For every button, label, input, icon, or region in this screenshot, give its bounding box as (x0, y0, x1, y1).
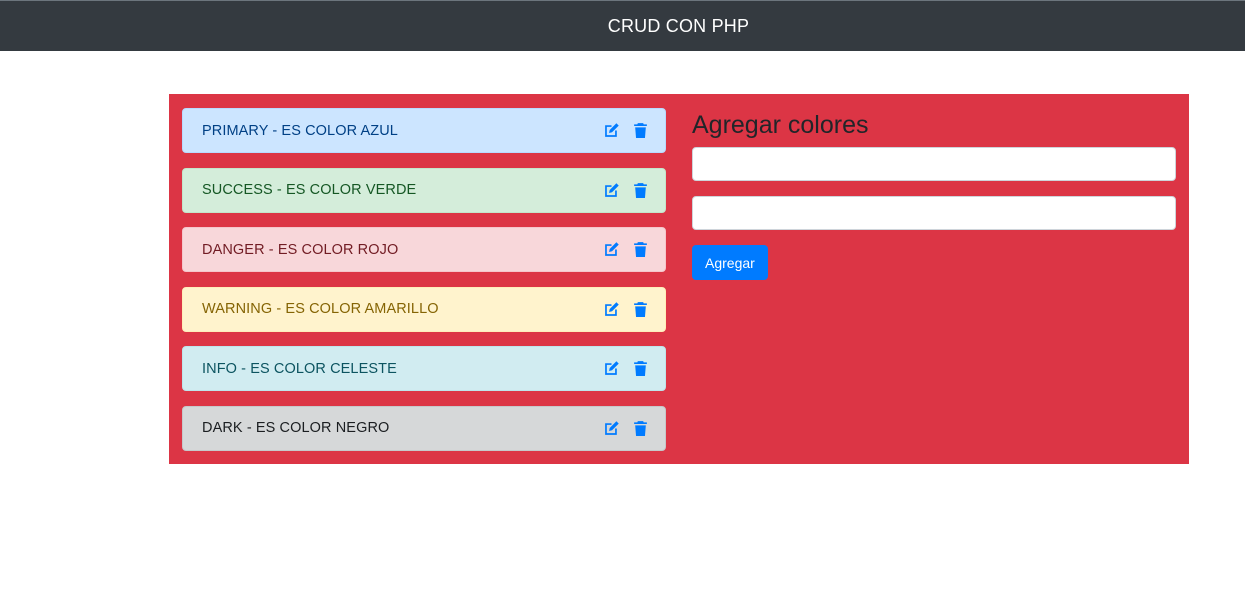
item-actions (603, 420, 649, 437)
edit-icon[interactable] (603, 420, 620, 437)
description-input[interactable] (692, 196, 1176, 230)
item-actions (603, 241, 649, 258)
edit-icon[interactable] (603, 122, 620, 139)
edit-icon[interactable] (603, 360, 620, 377)
trash-icon[interactable] (632, 360, 649, 377)
trash-icon[interactable] (632, 420, 649, 437)
trash-icon[interactable] (632, 301, 649, 318)
edit-icon[interactable] (603, 301, 620, 318)
navbar: CRUD CON PHP (0, 0, 1245, 51)
list-item: SUCCESS - ES COLOR VERDE (182, 167, 666, 213)
color-input[interactable] (692, 147, 1176, 181)
main-panel: PRIMARY - ES COLOR AZUL SUCCESS - ES COLO… (169, 94, 1189, 464)
list-item: DARK - ES COLOR NEGRO (182, 405, 666, 451)
item-actions (603, 122, 649, 139)
trash-icon[interactable] (632, 122, 649, 139)
list-item-label: WARNING - ES COLOR AMARILLO (202, 301, 439, 317)
trash-icon[interactable] (632, 182, 649, 199)
item-actions (603, 182, 649, 199)
add-button[interactable]: Agregar (692, 245, 768, 280)
navbar-title[interactable]: CRUD CON PHP (608, 16, 749, 37)
edit-icon[interactable] (603, 182, 620, 199)
edit-icon[interactable] (603, 241, 620, 258)
list-item-label: PRIMARY - ES COLOR AZUL (202, 122, 398, 139)
list-item-label: DARK - ES COLOR NEGRO (202, 420, 390, 436)
form-title: Agregar colores (692, 111, 869, 139)
color-list: PRIMARY - ES COLOR AZUL SUCCESS - ES COLO… (182, 108, 666, 465)
trash-icon[interactable] (632, 241, 649, 258)
list-item: PRIMARY - ES COLOR AZUL (182, 108, 666, 153)
list-item: WARNING - ES COLOR AMARILLO (182, 286, 666, 332)
add-color-form: Agregar colores Agregar (692, 110, 1176, 280)
item-actions (603, 360, 649, 377)
list-item: DANGER - ES COLOR ROJO (182, 227, 666, 272)
list-item-label: INFO - ES COLOR CELESTE (202, 360, 397, 377)
list-item-label: SUCCESS - ES COLOR VERDE (202, 182, 417, 198)
list-item: INFO - ES COLOR CELESTE (182, 346, 666, 391)
item-actions (603, 301, 649, 318)
list-item-label: DANGER - ES COLOR ROJO (202, 241, 399, 258)
